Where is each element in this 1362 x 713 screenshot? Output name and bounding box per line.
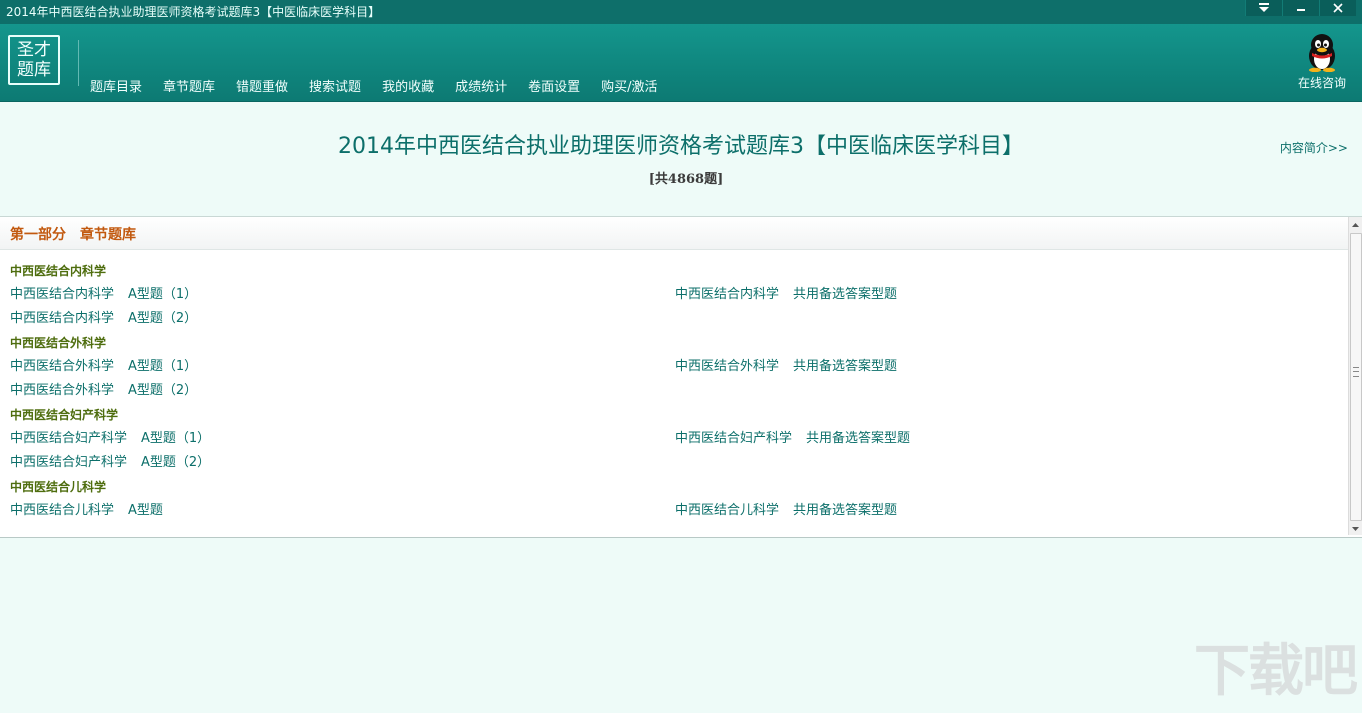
logo-line-1: 圣才	[17, 40, 51, 60]
question-count: [共4868题]	[648, 172, 724, 187]
chapter-link[interactable]: 中西医结合内科学 A型题（2）	[10, 307, 197, 331]
chapter-panel: 第一部分 章节题库 中西医结合内科学 中西医结合内科学 A型题（1） 中西医结合内…	[0, 216, 1362, 538]
book-title: 2014年中西医结合执业助理医师资格考试题库3【中医临床医学科目】	[338, 134, 1024, 159]
nav-chapter-bank[interactable]: 章节题库	[163, 76, 215, 95]
section-title: 第一部分 章节题库	[10, 227, 136, 243]
section-header: 第一部分 章节题库	[0, 217, 1349, 250]
scroll-down-arrow-icon[interactable]	[1349, 521, 1362, 535]
chapter-link[interactable]: 中西医结合妇产科学 共用备选答案型题	[675, 427, 910, 451]
chapter-link[interactable]: 中西医结合内科学 共用备选答案型题	[675, 283, 897, 307]
list-row: 中西医结合外科学 A型题（2）	[10, 379, 1340, 403]
header-divider	[78, 40, 79, 86]
vertical-scrollbar[interactable]	[1348, 217, 1362, 535]
category-heading: 中西医结合妇产科学	[10, 408, 119, 422]
nav-redo-errors[interactable]: 错题重做	[236, 76, 288, 95]
window-controls	[1245, 0, 1356, 16]
chapter-link[interactable]: 中西医结合内科学 A型题（1）	[10, 283, 197, 307]
qq-penguin-icon	[1309, 34, 1335, 72]
list-row: 中西医结合内科学 A型题（2）	[10, 307, 1340, 331]
online-consult-label: 在线咨询	[1297, 76, 1346, 90]
chapter-link[interactable]: 中西医结合妇产科学 A型题（2）	[10, 451, 210, 475]
chapter-link[interactable]: 中西医结合外科学 A型题（2）	[10, 379, 197, 403]
list-row: 中西医结合内科学 A型题（1） 中西医结合内科学 共用备选答案型题	[10, 283, 1340, 307]
nav-paper-settings[interactable]: 卷面设置	[528, 76, 580, 95]
chapter-link[interactable]: 中西医结合儿科学 共用备选答案型题	[675, 499, 897, 523]
window-title-bar: 2014年中西医结合执业助理医师资格考试题库3【中医临床医学科目】	[0, 0, 1362, 24]
nav-catalog[interactable]: 题库目录	[90, 76, 142, 95]
list-row: 中西医结合儿科学 A型题 中西医结合儿科学 共用备选答案型题	[10, 499, 1340, 523]
chapter-link[interactable]: 中西医结合妇产科学 A型题（1）	[10, 427, 210, 451]
logo-line-2: 题库	[17, 60, 51, 80]
category-heading: 中西医结合内科学	[10, 264, 107, 278]
chapter-list: 中西医结合内科学 中西医结合内科学 A型题（1） 中西医结合内科学 共用备选答案型题…	[10, 259, 1340, 523]
online-consult-button[interactable]: 在线咨询	[1296, 30, 1348, 91]
chapter-link[interactable]: 中西医结合儿科学 A型题	[10, 499, 163, 523]
window-title: 2014年中西医结合执业助理医师资格考试题库3【中医临床医学科目】	[6, 5, 381, 19]
nav-purchase[interactable]: 购买/激活	[601, 76, 657, 95]
list-row: 中西医结合妇产科学 A型题（2）	[10, 451, 1340, 475]
menu-dropdown-icon[interactable]	[1245, 0, 1282, 16]
app-logo: 圣才 题库	[8, 35, 60, 85]
main-nav: 题库目录 章节题库 错题重做 搜索试题 我的收藏 成绩统计 卷面设置 购买/激活	[90, 76, 679, 95]
chapter-link[interactable]: 中西医结合外科学 共用备选答案型题	[675, 355, 897, 379]
list-row: 中西医结合外科学 A型题（1） 中西医结合外科学 共用备选答案型题	[10, 355, 1340, 379]
scroll-up-arrow-icon[interactable]	[1349, 217, 1362, 231]
close-icon[interactable]	[1319, 0, 1356, 16]
scrollbar-thumb[interactable]	[1350, 233, 1362, 521]
nav-favorites[interactable]: 我的收藏	[382, 76, 434, 95]
nav-search[interactable]: 搜索试题	[309, 76, 361, 95]
minimize-icon[interactable]	[1282, 0, 1319, 16]
content-intro-link[interactable]: 内容简介>>	[1280, 139, 1348, 156]
category-heading: 中西医结合儿科学	[10, 480, 107, 494]
chapter-link[interactable]: 中西医结合外科学 A型题（1）	[10, 355, 197, 379]
app-header: 圣才 题库 题库目录 章节题库 错题重做 搜索试题 我的收藏 成绩统计 卷面设置…	[0, 24, 1362, 102]
site-watermark: 下载吧	[1194, 639, 1358, 704]
list-row: 中西医结合妇产科学 A型题（1） 中西医结合妇产科学 共用备选答案型题	[10, 427, 1340, 451]
grip-icon	[1353, 367, 1359, 377]
category-heading: 中西医结合外科学	[10, 336, 107, 350]
nav-statistics[interactable]: 成绩统计	[455, 76, 507, 95]
